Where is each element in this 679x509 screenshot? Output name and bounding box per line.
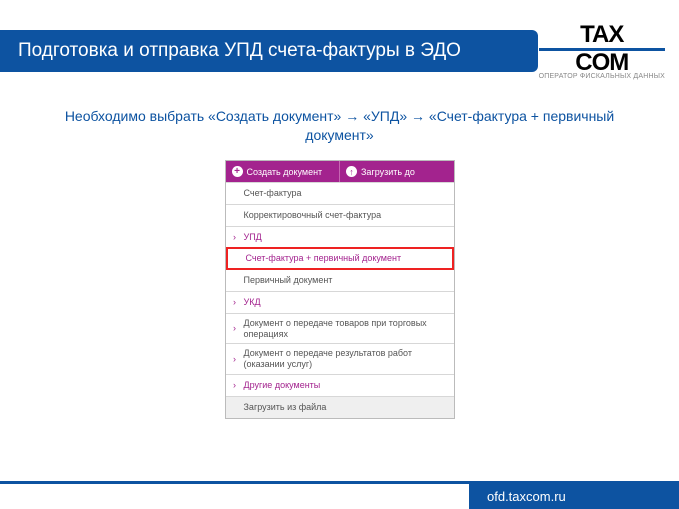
menu-item[interactable]: › Другие документы [226,374,454,396]
upload-document-label: Загрузить до [361,167,415,177]
chevron-right-icon: › [230,275,240,286]
menu-item[interactable]: › УКД [226,291,454,313]
menu-item[interactable]: › Счет-фактура [226,182,454,204]
logo: TAX COM ОПЕРАТОР ФИСКАЛЬНЫХ ДАННЫХ [539,18,665,81]
menu-item-label: Документ о передаче товаров при торговых… [244,318,448,340]
menu-item-label: УПД [244,232,448,243]
footer-url-bar: ofd.taxcom.ru [469,484,679,509]
logo-text: TAX COM [539,24,665,73]
menu-item-label: Документ о передаче результатов работ (о… [244,348,448,370]
chevron-right-icon: › [230,210,240,221]
create-document-button[interactable]: + Создать документ [226,161,340,182]
menu-item-label: Первичный документ [244,275,448,286]
app-screenshot: + Создать документ ↑ Загрузить до › Счет-… [225,160,455,419]
menu-item-label: Загрузить из файла [244,402,448,413]
chevron-right-icon: › [230,323,240,334]
menu-item-label: Счет-фактура [244,188,448,199]
chevron-right-icon: › [230,297,240,308]
upload-icon: ↑ [346,166,357,177]
dropdown-menu: › Счет-фактура › Корректировочный счет-факт… [226,182,454,418]
instruction-text: Необходимо выбрать «Создать документ» → … [0,81,679,160]
menu-item-label: Корректировочный счет-фактура [244,210,448,221]
chevron-right-icon: › [232,253,242,264]
menu-item[interactable]: › Документ о передаче товаров при торговы… [226,313,454,344]
chevron-right-icon: › [230,380,240,391]
menu-item-label: Другие документы [244,380,448,391]
logo-line1: TAX [580,21,623,48]
slide-header: Подготовка и отправка УПД счета-фактуры … [0,0,679,81]
menu-item-label: УКД [244,297,448,308]
create-document-label: Создать документ [247,167,323,177]
menu-item[interactable]: › Документ о передаче результатов работ (… [226,343,454,374]
chevron-right-icon: › [230,232,240,243]
menu-item[interactable]: › Загрузить из файла [226,396,454,418]
footer-url: ofd.taxcom.ru [487,489,566,504]
chevron-right-icon: › [230,402,240,413]
menu-item[interactable]: › УПД [226,226,454,248]
menu-item[interactable]: › Корректировочный счет-фактура [226,204,454,226]
menu-item[interactable]: › Первичный документ [226,269,454,291]
logo-line2: COM [575,49,628,76]
menu-item-label: Счет-фактура + первичный документ [246,253,446,264]
menu-item[interactable]: › Счет-фактура + первичный документ [226,247,454,270]
app-toolbar: + Создать документ ↑ Загрузить до [226,161,454,182]
chevron-right-icon: › [230,188,240,199]
chevron-right-icon: › [230,354,240,365]
upload-document-button[interactable]: ↑ Загрузить до [339,161,454,182]
slide-footer: ofd.taxcom.ru [0,481,679,509]
logo-subtitle: ОПЕРАТОР ФИСКАЛЬНЫХ ДАННЫХ [539,73,665,81]
plus-icon: + [232,166,243,177]
page-title: Подготовка и отправка УПД счета-фактуры … [0,30,538,72]
